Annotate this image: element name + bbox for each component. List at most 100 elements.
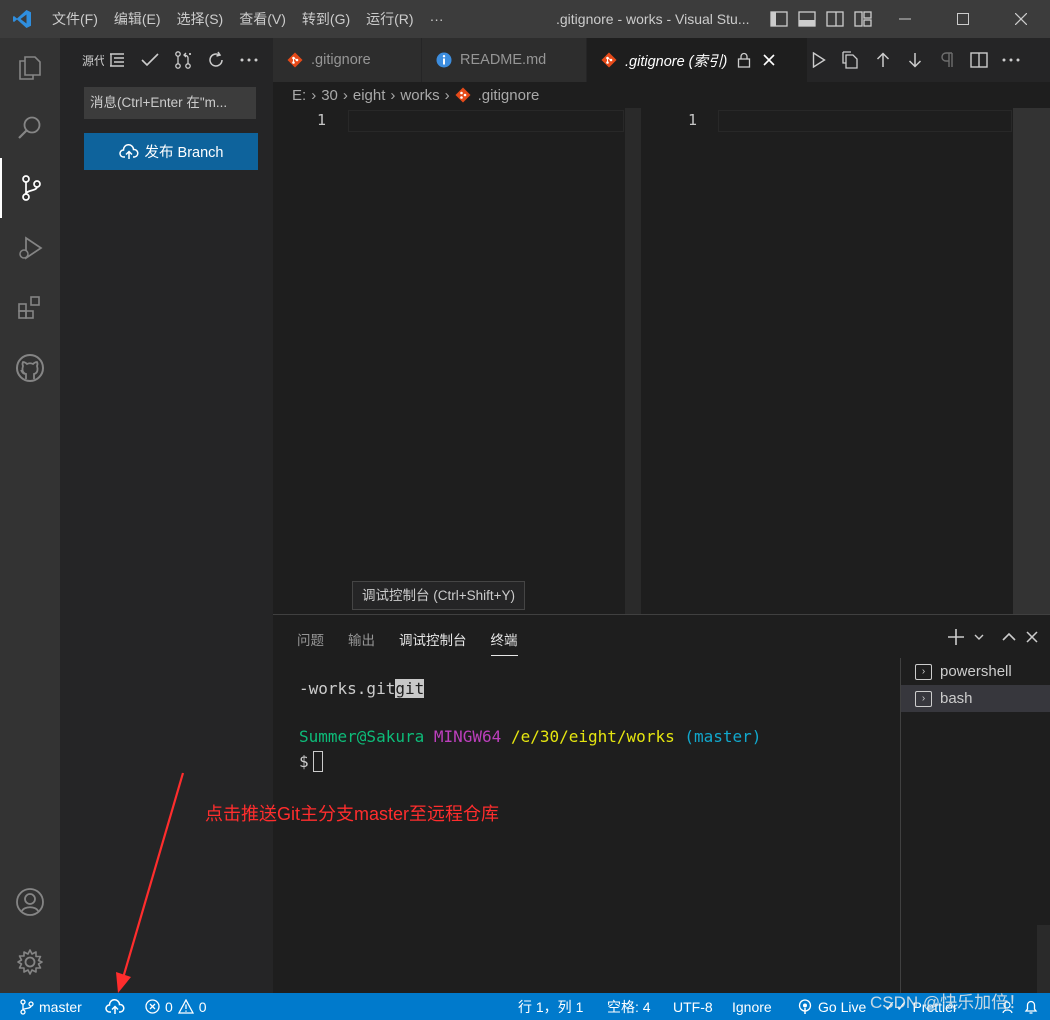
breadcrumb: E: › 30 › eight › works › .gitignore — [273, 82, 1050, 108]
menu-edit[interactable]: 编辑(E) — [106, 0, 169, 38]
notifications-bell-icon[interactable] — [1024, 993, 1038, 1020]
terminal-item-label: powershell — [940, 663, 1012, 680]
title-bar: 文件(F) 编辑(E) 选择(S) 查看(V) 转到(G) 运行(R) ··· … — [0, 0, 1050, 38]
diff-editor-original[interactable]: 1 — [273, 108, 643, 614]
github-icon[interactable] — [0, 338, 60, 398]
explorer-icon[interactable] — [0, 38, 60, 98]
close-panel-icon[interactable] — [1026, 627, 1038, 647]
terminal-output[interactable]: -works.gitgit Summer@Sakura MINGW64 /e/3… — [299, 679, 761, 775]
breadcrumb-item[interactable]: E: — [292, 87, 306, 104]
warning-count: 0 — [198, 998, 207, 1015]
indentation[interactable]: 空格: 4 — [607, 993, 651, 1020]
branch-indicator[interactable]: master — [20, 993, 82, 1020]
open-file-icon[interactable] — [840, 49, 862, 71]
previous-change-icon[interactable] — [872, 49, 894, 71]
new-terminal-plus-icon[interactable] — [948, 627, 964, 647]
close-window-icon[interactable] — [992, 0, 1050, 38]
language-mode[interactable]: Ignore — [732, 993, 772, 1020]
go-live-button[interactable]: Go Live — [797, 993, 866, 1020]
source-control-sidebar: 源代码管理 消息(Ctrl+Enter 在"m... 发布 Branch — [60, 38, 273, 993]
cursor-position[interactable]: 行 1，列 1 — [518, 993, 583, 1020]
git-diamond-icon — [455, 87, 471, 103]
panel-scrollbar[interactable] — [1037, 925, 1050, 994]
tab-terminal[interactable]: 终端 — [490, 629, 518, 656]
error-icon — [145, 999, 160, 1014]
tab-gitignore[interactable]: .gitignore — [273, 38, 422, 82]
breadcrumb-item[interactable]: .gitignore — [478, 87, 540, 104]
encoding[interactable]: UTF-8 — [673, 993, 713, 1020]
cloud-upload-icon — [105, 998, 125, 1015]
close-tab-icon[interactable] — [763, 54, 775, 66]
maximize-panel-icon[interactable] — [1002, 627, 1016, 647]
maximize-icon[interactable] — [934, 0, 992, 38]
line-number: 1 — [688, 111, 698, 129]
editor-scrollbar[interactable] — [1013, 108, 1050, 614]
terminal-icon: › — [915, 690, 932, 707]
run-icon[interactable] — [808, 49, 830, 71]
view-as-tree-icon[interactable] — [106, 49, 128, 71]
refresh-icon[interactable] — [205, 49, 227, 71]
publish-branch-button[interactable]: 发布 Branch — [84, 133, 258, 170]
tab-problems[interactable]: 问题 — [297, 629, 324, 656]
tab-label: .gitignore — [311, 52, 371, 68]
toggle-sidebar-icon[interactable] — [768, 8, 790, 30]
customize-layout-icon[interactable] — [852, 8, 874, 30]
menu-run[interactable]: 运行(R) — [358, 0, 421, 38]
terminal-item-powershell[interactable]: › powershell — [901, 658, 1050, 685]
panel-actions — [948, 627, 1038, 647]
problems-indicator[interactable]: 0 0 — [145, 993, 207, 1020]
terminal-input-line: $ — [299, 751, 761, 775]
pull-request-icon[interactable] — [172, 49, 194, 71]
menu-selection[interactable]: 选择(S) — [169, 0, 232, 38]
tab-output[interactable]: 输出 — [348, 629, 375, 656]
current-line-highlight — [718, 110, 1012, 132]
chevron-down-icon[interactable] — [974, 627, 984, 647]
terminal-item-bash[interactable]: › bash — [901, 685, 1050, 712]
window-title: .gitignore - works - Visual Stu... — [556, 11, 750, 27]
info-icon — [436, 52, 452, 68]
diff-overview-ruler[interactable] — [625, 108, 641, 614]
menu-view[interactable]: 查看(V) — [231, 0, 294, 38]
current-line-highlight — [348, 110, 624, 132]
diff-editor-modified[interactable]: 1 — [643, 108, 1050, 614]
terminal-list: › powershell › bash — [900, 658, 1050, 994]
toggle-secondary-sidebar-icon[interactable] — [824, 8, 846, 30]
next-change-icon[interactable] — [904, 49, 926, 71]
menu-more[interactable]: ··· — [422, 0, 452, 38]
commit-check-icon[interactable] — [139, 49, 161, 71]
breadcrumb-item[interactable]: works — [400, 87, 439, 104]
breadcrumb-item[interactable]: 30 — [321, 87, 338, 104]
tab-readme[interactable]: README.md — [422, 38, 587, 82]
terminal-item-label: bash — [940, 690, 973, 707]
layout-controls — [768, 0, 874, 38]
accounts-icon[interactable] — [0, 872, 60, 932]
more-editor-actions-icon[interactable] — [1000, 49, 1022, 71]
toggle-panel-icon[interactable] — [796, 8, 818, 30]
run-debug-icon[interactable] — [0, 218, 60, 278]
terminal-icon: › — [915, 663, 932, 680]
branch-name: master — [39, 998, 82, 1015]
tab-debug-console[interactable]: 调试控制台 — [399, 629, 467, 656]
commit-message-input[interactable]: 消息(Ctrl+Enter 在"m... — [84, 87, 256, 119]
git-diamond-icon — [601, 52, 617, 68]
source-control-icon[interactable] — [0, 158, 60, 218]
csdn-watermark: CSDN @快乐加倍！ — [870, 993, 1026, 1012]
editor-actions — [808, 38, 1022, 82]
settings-gear-icon[interactable] — [0, 932, 60, 992]
breadcrumb-item[interactable]: eight — [353, 87, 386, 104]
window-controls — [876, 0, 1050, 38]
menu-file[interactable]: 文件(F) — [44, 0, 106, 38]
extensions-icon[interactable] — [0, 278, 60, 338]
broadcast-icon — [797, 998, 813, 1015]
minimize-icon[interactable] — [876, 0, 934, 38]
tab-gitignore-index[interactable]: .gitignore (索引) — [587, 38, 808, 82]
whitespace-pilcrow-icon[interactable] — [936, 49, 958, 71]
search-icon[interactable] — [0, 98, 60, 158]
menu-go[interactable]: 转到(G) — [294, 0, 358, 38]
publish-cloud-button[interactable] — [105, 993, 125, 1020]
split-editor-icon[interactable] — [968, 49, 990, 71]
more-actions-icon[interactable] — [238, 49, 260, 71]
activity-bar — [0, 38, 60, 993]
line-number: 1 — [317, 111, 327, 129]
